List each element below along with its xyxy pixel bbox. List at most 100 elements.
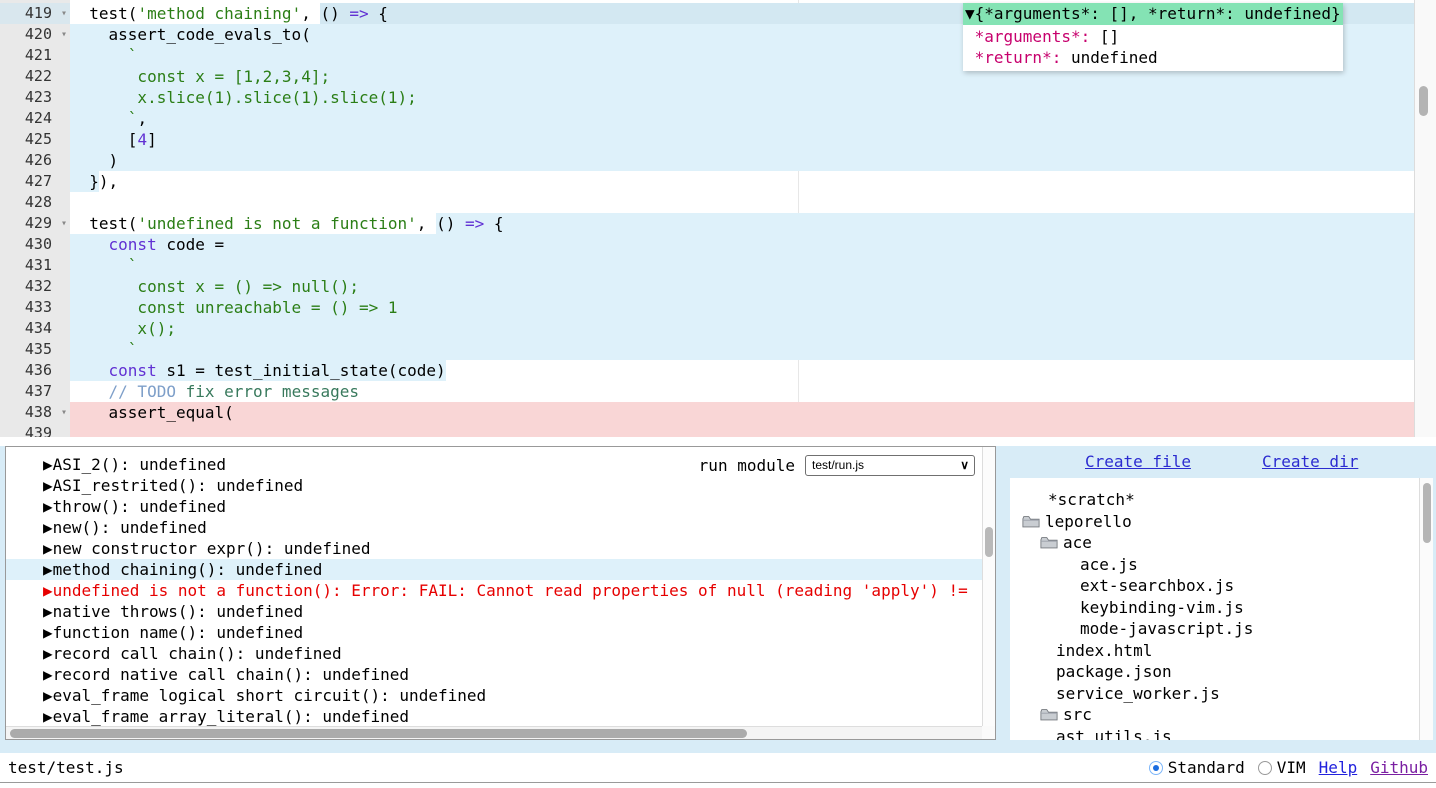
expand-arrow-icon[interactable]: ▶ [43, 538, 53, 559]
code-line[interactable]: }), [70, 171, 1436, 192]
tree-folder-row[interactable]: ace [1010, 532, 1433, 554]
run-module-select[interactable]: test/run.js ∨ [805, 455, 975, 476]
tree-item-label: index.html [1056, 640, 1152, 661]
code-token: 'undefined is not a function' [137, 213, 416, 234]
keybinding-vim-option[interactable]: VIM [1258, 753, 1306, 783]
expand-arrow-icon[interactable]: ▶ [43, 559, 53, 580]
code-line[interactable]: test('undefined is not a function', () =… [70, 213, 1436, 234]
code-line[interactable]: // TODO fix error messages [70, 381, 1436, 402]
test-results-panel: ▶ASI_2(): undefined▶ASI_restrited(): und… [5, 446, 996, 740]
code-line[interactable]: const x = () => null(); [70, 276, 1436, 297]
code-line[interactable]: const s1 = test_initial_state(code) [70, 360, 1436, 381]
test-result-row[interactable]: ▶function name(): undefined [6, 622, 982, 643]
fold-toggle-icon[interactable]: ▾ [61, 213, 67, 234]
expand-arrow-icon[interactable]: ▶ [43, 475, 53, 496]
create-file-link[interactable]: Create file [1085, 446, 1191, 478]
expand-arrow-icon[interactable]: ▶ [43, 580, 53, 601]
tree-file-row[interactable]: ast_utils.js [1010, 726, 1433, 741]
expand-arrow-icon[interactable]: ▶ [43, 517, 53, 538]
tree-folder-row[interactable]: src [1010, 704, 1433, 726]
expand-arrow-icon[interactable]: ▶ [43, 685, 53, 706]
test-result-row[interactable]: ▶eval_frame array_literal(): undefined [6, 706, 982, 726]
chevron-down-icon: ∨ [960, 456, 969, 475]
tree-file-row[interactable]: service_worker.js [1010, 683, 1433, 705]
github-link[interactable]: Github [1370, 753, 1428, 783]
radio-standard-icon[interactable] [1149, 761, 1163, 775]
expand-arrow-icon[interactable]: ▶ [43, 454, 53, 475]
error-line[interactable] [70, 423, 1436, 437]
test-result-row[interactable]: ▶eval_frame logical short circuit(): und… [6, 685, 982, 706]
fold-toggle-icon[interactable]: ▾ [61, 3, 67, 24]
test-result-row[interactable]: ▶throw(): undefined [6, 496, 982, 517]
expand-arrow-icon[interactable]: ▶ [43, 601, 53, 622]
keybinding-standard-option[interactable]: Standard [1149, 753, 1245, 783]
code-token: const x = () => null(); [70, 276, 359, 297]
test-result-row[interactable]: ▶undefined is not a function(): Error: F… [6, 580, 982, 601]
code-token: ) [70, 150, 118, 171]
tree-vertical-scrollbar-thumb[interactable] [1423, 483, 1431, 543]
line-number: 430 [0, 234, 70, 255]
test-result-text: native throws(): undefined [53, 602, 303, 621]
test-result-row[interactable]: ▶record call chain(): undefined [6, 643, 982, 664]
test-result-row[interactable]: ▶new(): undefined [6, 517, 982, 538]
tooltip-row[interactable]: *return*: undefined [965, 47, 1341, 68]
expand-arrow-icon[interactable]: ▶ [43, 622, 53, 643]
line-number: 431 [0, 255, 70, 276]
line-number: 420▾ [0, 24, 70, 45]
error-line[interactable]: assert_equal( [70, 402, 1436, 423]
code-line[interactable]: ` [70, 339, 1436, 360]
code-token: } [70, 172, 99, 191]
test-result-row[interactable]: ▶native throws(): undefined [6, 601, 982, 622]
results-vertical-scrollbar [982, 447, 995, 726]
line-number: 428 [0, 192, 70, 213]
code-line[interactable]: const code = [70, 234, 1436, 255]
expand-arrow-icon[interactable]: ▶ [43, 664, 53, 685]
test-result-row[interactable]: ▶record native call chain(): undefined [6, 664, 982, 685]
code-line[interactable]: `, [70, 108, 1436, 129]
tree-file-row[interactable]: ext-searchbox.js [1010, 575, 1433, 597]
radio-vim-icon[interactable] [1258, 761, 1272, 775]
code-line[interactable]: x.slice(1).slice(1).slice(1); [70, 87, 1436, 108]
create-dir-link[interactable]: Create dir [1262, 446, 1358, 478]
standard-label: Standard [1168, 753, 1245, 783]
tree-file-row[interactable]: package.json [1010, 661, 1433, 683]
test-result-row[interactable]: ▶new constructor expr(): undefined [6, 538, 982, 559]
results-scrollbar-corner [982, 726, 995, 739]
tooltip-header[interactable]: ▼{*arguments*: [], *return*: undefined} [963, 3, 1343, 25]
fold-toggle-icon[interactable]: ▾ [61, 24, 67, 45]
test-result-text: ASI_restrited(): undefined [53, 476, 303, 495]
code-line[interactable]: [4] [70, 129, 1436, 150]
test-result-row[interactable]: ▶method chaining(): undefined [6, 559, 982, 580]
results-horizontal-scrollbar-thumb[interactable] [10, 729, 747, 738]
run-module-label: run module [699, 455, 795, 476]
tree-vertical-scrollbar [1419, 478, 1433, 740]
test-result-text: function name(): undefined [53, 623, 303, 642]
code-line[interactable] [70, 192, 1436, 213]
code-line[interactable]: x(); [70, 318, 1436, 339]
code-line[interactable]: const unreachable = () => 1 [70, 297, 1436, 318]
test-result-row[interactable]: ▶ASI_restrited(): undefined [6, 475, 982, 496]
tooltip-value: [] [1090, 27, 1119, 46]
expand-arrow-icon[interactable]: ▶ [43, 643, 53, 664]
tooltip-row[interactable]: *arguments*: [] [965, 26, 1341, 47]
value-tooltip: ▼{*arguments*: [], *return*: undefined} … [963, 3, 1343, 71]
editor-scrollbar-thumb[interactable] [1419, 86, 1428, 116]
code-line[interactable]: ` [70, 255, 1436, 276]
fold-toggle-icon[interactable]: ▾ [61, 402, 67, 423]
tree-file-row[interactable]: ace.js [1010, 554, 1433, 576]
expand-arrow-icon[interactable]: ▶ [43, 706, 53, 726]
folder-icon [1022, 515, 1040, 528]
expand-arrow-icon[interactable]: ▶ [43, 496, 53, 517]
help-link[interactable]: Help [1319, 753, 1358, 783]
tree-file-row[interactable]: mode-javascript.js [1010, 618, 1433, 640]
tree-file-row[interactable]: *scratch* [1010, 489, 1433, 511]
code-line[interactable]: ) [70, 150, 1436, 171]
line-number: 419▾ [0, 3, 70, 24]
results-vertical-scrollbar-thumb[interactable] [985, 527, 993, 557]
tree-folder-row[interactable]: leporello [1010, 511, 1433, 533]
tree-item-label: ext-searchbox.js [1080, 575, 1234, 596]
tree-file-row[interactable]: index.html [1010, 640, 1433, 662]
folder-icon [1040, 708, 1058, 721]
tree-file-row[interactable]: keybinding-vim.js [1010, 597, 1433, 619]
run-module-control: run module test/run.js ∨ [699, 455, 975, 476]
